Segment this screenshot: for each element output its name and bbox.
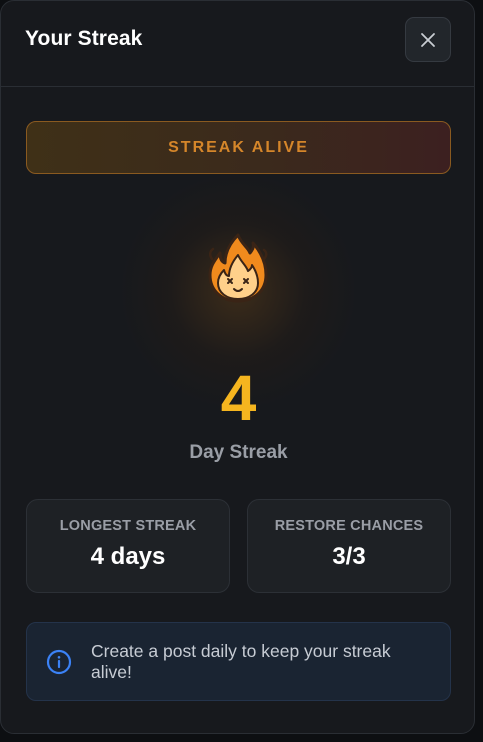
streak-label: Day Streak: [189, 442, 288, 463]
close-icon: [421, 32, 435, 47]
info-box: Create a post daily to keep your streak …: [26, 622, 451, 701]
restore-chances-card: RESTORE CHANCES 3/3: [247, 499, 451, 593]
streak-count: 4: [220, 362, 257, 434]
status-banner-label: STREAK ALIVE: [168, 138, 309, 156]
restore-chances-value: 3/3: [332, 543, 366, 570]
info-text: Create a post daily to keep your streak …: [91, 641, 391, 682]
status-banner: STREAK ALIVE: [26, 121, 451, 174]
restore-chances-label: RESTORE CHANCES: [274, 518, 424, 534]
longest-streak-label: LONGEST STREAK: [59, 518, 197, 534]
streak-modal: Your Streak STREAK ALIVE 4 Day Streak LO…: [0, 0, 475, 734]
modal-header: Your Streak: [1, 1, 474, 87]
info-icon: [46, 649, 72, 675]
longest-streak-card: LONGEST STREAK 4 days: [26, 499, 230, 593]
close-button[interactable]: [405, 17, 451, 62]
longest-streak-value: 4 days: [90, 543, 166, 570]
fire-icon: [198, 229, 278, 309]
modal-title: Your Streak: [25, 27, 143, 50]
